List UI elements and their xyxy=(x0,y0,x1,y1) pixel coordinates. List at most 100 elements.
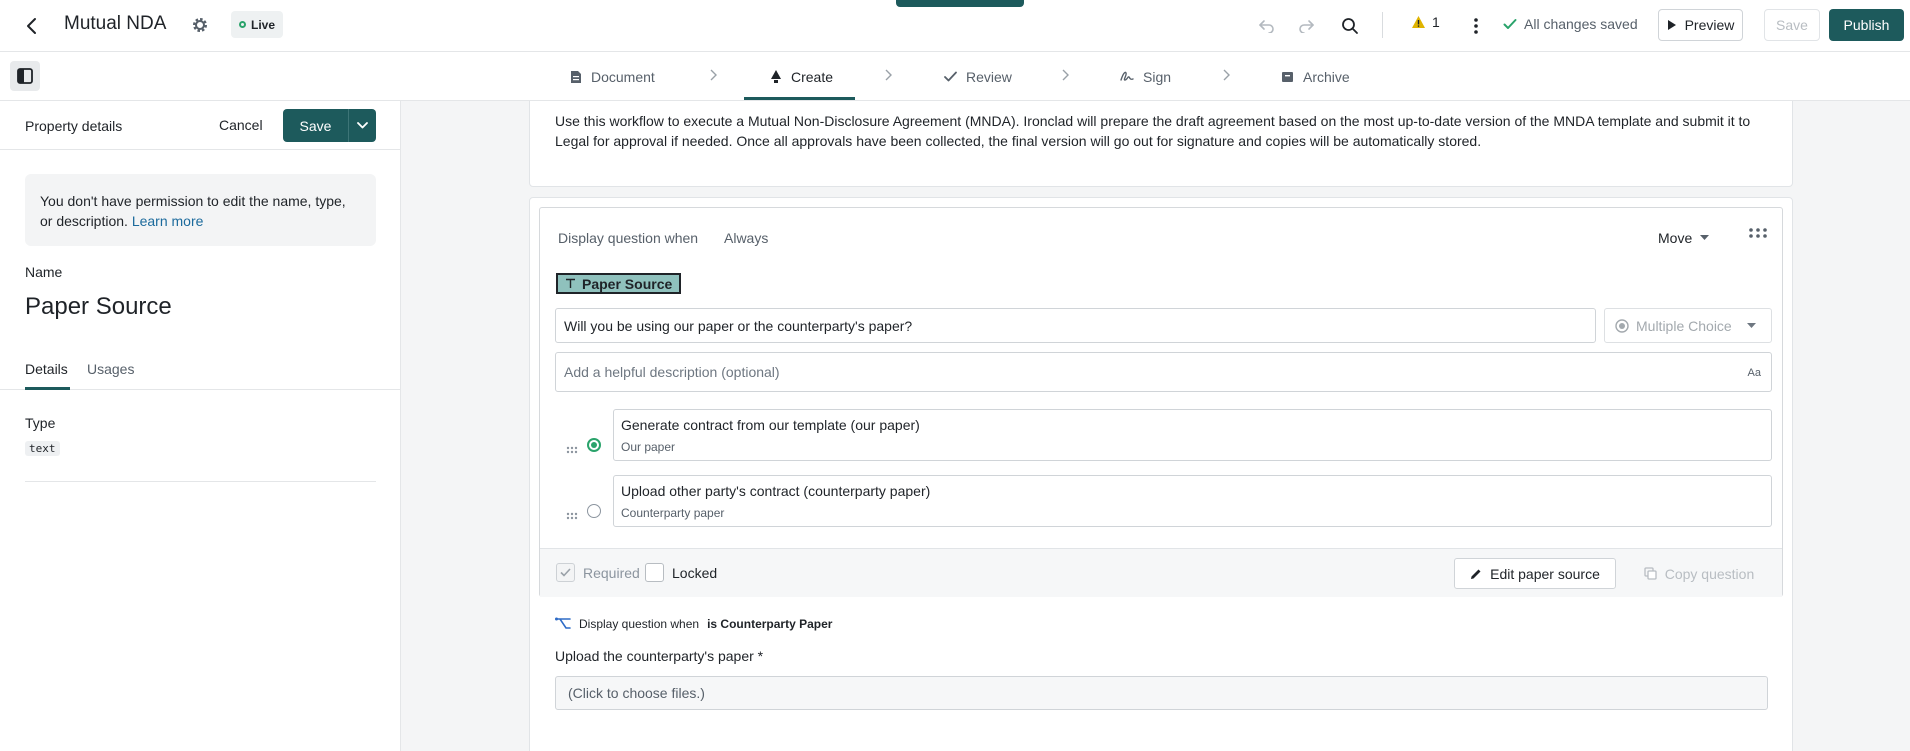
more-options-icon[interactable] xyxy=(1466,12,1486,40)
tab-review[interactable]: Review xyxy=(944,52,1012,101)
question-prompt-input[interactable]: Will you be using our paper or the count… xyxy=(555,308,1596,343)
chevron-right-icon xyxy=(1219,66,1233,84)
intro-card: Use this workflow to execute a Mutual No… xyxy=(529,101,1793,187)
property-details-panel: Property details Cancel Save You don't h… xyxy=(0,101,401,751)
create-icon xyxy=(771,70,781,83)
option-radio[interactable] xyxy=(587,438,601,452)
option-label: Upload other party's contract (counterpa… xyxy=(621,483,931,499)
panel-save-label: Save xyxy=(299,117,332,134)
save-status-label: All changes saved xyxy=(1524,16,1638,32)
question-type-select[interactable]: Multiple Choice xyxy=(1604,308,1772,343)
conditional-display-rule[interactable]: Display question when is Counterparty Pa… xyxy=(555,617,832,631)
check-icon xyxy=(1503,19,1517,29)
tab-usages[interactable]: Usages xyxy=(87,361,134,377)
description-placeholder: Add a helpful description (optional) xyxy=(564,364,780,380)
warnings-button[interactable]: 1 xyxy=(1411,14,1440,30)
property-tag-label: Paper Source xyxy=(582,275,673,292)
check-icon xyxy=(944,71,957,82)
status-badge-label: Live xyxy=(251,17,276,32)
document-icon xyxy=(571,70,581,83)
chevron-right-icon xyxy=(706,66,720,84)
edit-paper-source-label: Edit paper source xyxy=(1490,565,1600,582)
checkbox-checked-icon xyxy=(556,563,575,582)
drag-handle-icon[interactable] xyxy=(566,441,578,454)
panel-save-button[interactable]: Save xyxy=(283,109,376,142)
permission-notice: You don't have permission to edit the na… xyxy=(25,174,376,246)
locked-checkbox[interactable]: Locked xyxy=(645,563,717,582)
checkbox-icon xyxy=(645,563,664,582)
caret-down-icon xyxy=(1746,322,1756,328)
warning-icon xyxy=(1412,16,1425,28)
preview-button-label: Preview xyxy=(1684,17,1735,33)
tab-sign[interactable]: Sign xyxy=(1120,52,1171,101)
move-label: Move xyxy=(1658,230,1693,246)
radio-icon xyxy=(1615,318,1629,333)
undo-icon[interactable] xyxy=(1253,12,1281,40)
drag-handle-icon[interactable] xyxy=(566,507,578,520)
gear-icon[interactable] xyxy=(188,13,212,37)
option-value: Counterparty paper xyxy=(621,506,725,520)
search-icon[interactable] xyxy=(1336,12,1364,40)
panel-title: Property details xyxy=(25,118,123,134)
copy-icon xyxy=(1644,567,1657,580)
workflow-canvas: Use this workflow to execute a Mutual No… xyxy=(401,101,1910,751)
type-label: Type xyxy=(25,415,56,431)
property-tag[interactable]: Paper Source xyxy=(556,273,682,294)
edit-paper-source-button[interactable]: Edit paper source xyxy=(1454,558,1616,589)
caret-down-icon xyxy=(1700,235,1710,240)
toolbar-divider xyxy=(1382,12,1383,38)
drag-handle-icon[interactable] xyxy=(1748,226,1768,242)
move-dropdown[interactable]: Move xyxy=(1658,230,1710,246)
description-input[interactable]: Add a helpful description (optional) Aa xyxy=(555,352,1772,392)
cancel-button[interactable]: Cancel xyxy=(219,117,263,133)
copy-question-label: Copy question xyxy=(1664,565,1755,582)
question-footer: Required Locked Edit paper source Copy q… xyxy=(540,548,1782,597)
copy-question-button[interactable]: Copy question xyxy=(1626,558,1772,589)
tab-archive[interactable]: Archive xyxy=(1281,52,1350,101)
display-condition-label: Display question when xyxy=(558,230,699,246)
publish-button[interactable]: Publish xyxy=(1829,9,1904,41)
option-value: Our paper xyxy=(621,440,676,454)
toggle-sidebar-icon[interactable] xyxy=(10,61,40,91)
signature-icon xyxy=(1120,71,1134,81)
preview-button[interactable]: Preview xyxy=(1658,9,1743,41)
option-radio[interactable] xyxy=(587,504,601,518)
save-status: All changes saved xyxy=(1503,16,1638,32)
conditional-prefix: Display question when xyxy=(579,617,700,631)
tab-details[interactable]: Details xyxy=(25,361,68,377)
panel-tabs: Details Usages xyxy=(0,359,400,390)
chevron-down-icon[interactable] xyxy=(348,109,376,142)
choice-option[interactable]: Generate contract from our template (our… xyxy=(613,409,1772,461)
tab-document-label: Document xyxy=(591,68,655,85)
property-name: Paper Source xyxy=(25,293,172,320)
question-card: Display question when Always Move Paper … xyxy=(539,207,1783,597)
required-label: Required xyxy=(583,564,640,581)
text-format-icon[interactable]: Aa xyxy=(1748,367,1761,379)
display-condition-value[interactable]: Always xyxy=(724,230,768,246)
active-panel-tab-indicator xyxy=(25,387,70,390)
type-value: text xyxy=(25,441,60,456)
back-arrow-icon[interactable] xyxy=(18,12,46,40)
locked-label: Locked xyxy=(672,564,718,581)
tab-document[interactable]: Document xyxy=(570,52,655,101)
choice-option[interactable]: Upload other party's contract (counterpa… xyxy=(613,475,1772,527)
pencil-icon xyxy=(1471,569,1481,579)
play-icon xyxy=(1667,20,1676,30)
status-badge: Live xyxy=(231,11,284,38)
active-tab-indicator xyxy=(744,97,855,100)
option-label: Generate contract from our template (our… xyxy=(621,417,920,433)
tab-create-label: Create xyxy=(791,68,834,85)
learn-more-link[interactable]: Learn more xyxy=(132,213,204,229)
tab-create[interactable]: Create xyxy=(770,52,833,101)
text-type-icon xyxy=(566,278,575,288)
live-dot-icon xyxy=(239,21,246,28)
file-upload-input[interactable]: (Click to choose files.) xyxy=(555,676,1768,710)
chevron-right-icon xyxy=(1058,66,1072,84)
required-checkbox[interactable]: Required xyxy=(556,563,640,582)
warning-count: 1 xyxy=(1432,14,1440,30)
tab-sign-label: Sign xyxy=(1143,68,1172,85)
redo-icon[interactable] xyxy=(1292,12,1320,40)
archive-icon xyxy=(1282,71,1293,82)
save-button[interactable]: Save xyxy=(1764,9,1820,41)
question-type-label: Multiple Choice xyxy=(1636,317,1732,334)
